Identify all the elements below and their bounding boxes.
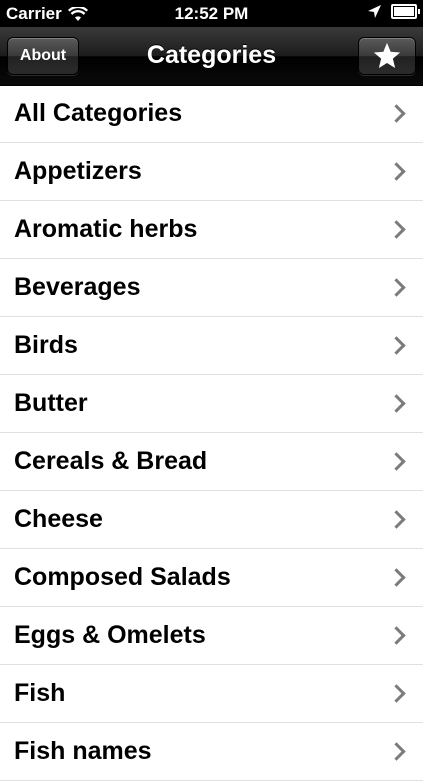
list-item-label: Beverages — [14, 273, 141, 301]
list-item-cereals-bread[interactable]: Cereals & Bread — [0, 433, 423, 491]
list-item-label: Birds — [14, 331, 78, 359]
chevron-right-icon — [387, 278, 406, 297]
chevron-right-icon — [387, 568, 406, 587]
status-bar: Carrier 12:52 PM — [0, 0, 423, 27]
list-item-fish[interactable]: Fish — [0, 665, 423, 723]
list-item-all-categories[interactable]: All Categories — [0, 85, 423, 143]
chevron-right-icon — [387, 394, 406, 413]
status-right — [368, 4, 420, 19]
list-item-composed-salads[interactable]: Composed Salads — [0, 549, 423, 607]
list-item-label: Fish names — [14, 737, 152, 765]
list-item-label: Fish — [14, 679, 66, 707]
list-item-label: Butter — [14, 389, 88, 417]
chevron-right-icon — [387, 626, 406, 645]
battery-full-icon — [391, 4, 420, 19]
list-item-aromatic-herbs[interactable]: Aromatic herbs — [0, 201, 423, 259]
status-time: 12:52 PM — [174, 4, 249, 23]
list-item-label: Cheese — [14, 505, 103, 533]
chevron-right-icon — [387, 104, 406, 123]
list-item-butter[interactable]: Butter — [0, 375, 423, 433]
location-arrow-icon — [368, 5, 381, 18]
chevron-right-icon — [387, 162, 406, 181]
star-icon — [373, 42, 401, 68]
list-item-label: Aromatic herbs — [14, 215, 198, 243]
list-item-eggs-omelets[interactable]: Eggs & Omelets — [0, 607, 423, 665]
chevron-right-icon — [387, 684, 406, 703]
chevron-right-icon — [387, 336, 406, 355]
category-list: All Categories Appetizers Aromatic herbs… — [0, 85, 423, 781]
list-item-label: Eggs & Omelets — [14, 621, 206, 649]
chevron-right-icon — [387, 510, 406, 529]
chevron-right-icon — [387, 452, 406, 471]
list-item-label: Cereals & Bread — [14, 447, 208, 475]
list-item-fish-names[interactable]: Fish names — [0, 723, 423, 781]
list-item-label: Appetizers — [14, 157, 142, 185]
list-item-appetizers[interactable]: Appetizers — [0, 143, 423, 201]
chevron-right-icon — [387, 220, 406, 239]
list-item-label: Composed Salads — [14, 563, 231, 591]
chevron-right-icon — [387, 742, 406, 761]
list-item-cheese[interactable]: Cheese — [0, 491, 423, 549]
list-item-label: All Categories — [14, 99, 183, 127]
list-item-birds[interactable]: Birds — [0, 317, 423, 375]
list-item-beverages[interactable]: Beverages — [0, 259, 423, 317]
navigation-bar: About Categories — [0, 27, 423, 86]
favorites-button[interactable] — [358, 37, 416, 75]
